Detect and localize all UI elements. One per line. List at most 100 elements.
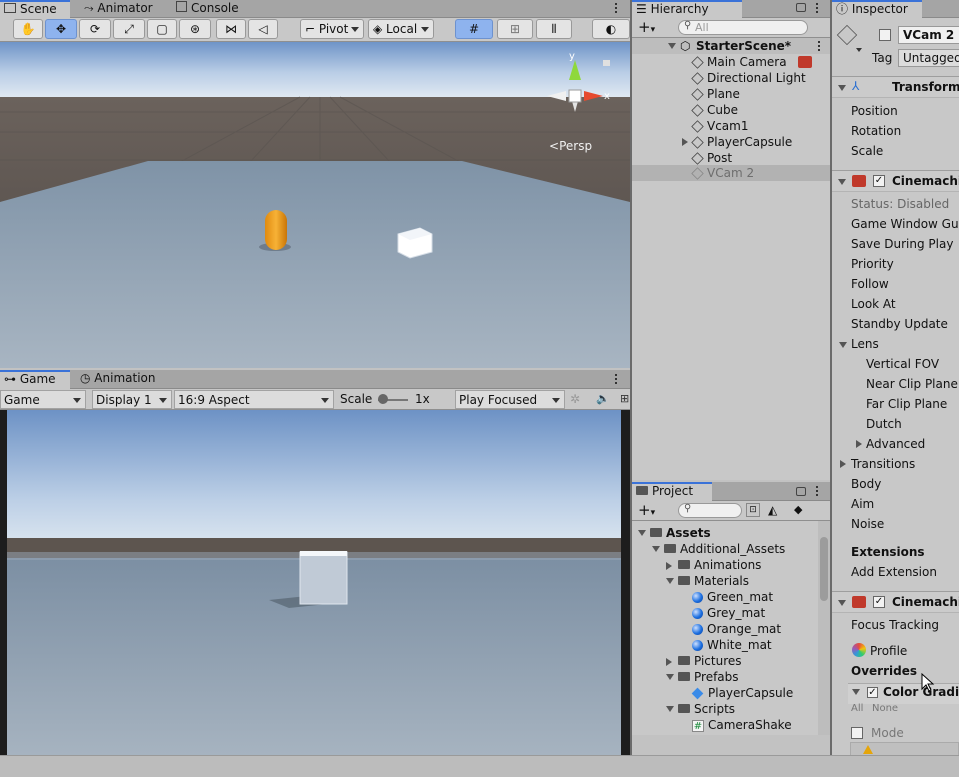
expand-arrow-icon[interactable] [638,530,646,536]
tag-icon[interactable]: ◆ [794,503,802,516]
hand-tool-button[interactable]: ✋ [13,19,43,39]
project-tree-item[interactable]: # CameraShake [632,717,818,733]
mode-override-checkbox[interactable] [851,727,863,739]
tab-hierarchy[interactable]: ☰ Hierarchy [632,0,742,18]
icon-dropdown-caret[interactable] [856,48,862,52]
tab-game[interactable]: ⊶ Game [0,370,70,389]
persp-label[interactable]: <Persp [549,139,592,153]
display-select[interactable]: Display 1 [92,390,172,409]
game-panel-menu-icon[interactable] [615,374,618,386]
draw-mode-button[interactable]: ◐ [592,19,630,39]
cinemachine-volume-header[interactable]: ✓ Cinemachin [832,591,959,613]
component-enabled-checkbox[interactable]: ✓ [873,175,885,187]
aspect-select[interactable]: 16:9 Aspect [174,390,334,409]
scene-panel-menu-icon[interactable] [615,3,618,15]
scale-tool-button[interactable]: ⤢ [113,19,145,39]
search-by-label-icon[interactable]: ◭ [768,503,777,517]
hierarchy-item-cube[interactable]: Cube [691,102,738,118]
scene-menu-icon[interactable] [818,41,821,53]
expand-arrow-icon[interactable] [838,85,846,91]
player-capsule[interactable] [265,210,287,250]
project-tree-item[interactable]: Animations [632,557,818,573]
project-tree-item[interactable]: Scripts [632,701,818,717]
expand-arrow-icon[interactable] [682,138,688,146]
scene-root-row[interactable]: ⬡ StarterScene* [632,38,830,54]
project-tree-item[interactable]: Orange_mat [632,621,818,637]
color-grading-checkbox[interactable]: ✓ [867,687,878,698]
transitions-foldout[interactable]: Transitions [851,454,915,474]
lock-icon[interactable] [796,3,806,12]
tab-console[interactable]: Console [172,0,245,18]
expand-arrow-icon[interactable] [840,460,846,468]
increment-snap-button[interactable]: ⊞ [497,19,533,39]
game-view-dropdown[interactable]: Game [0,390,86,409]
hierarchy-search-input[interactable]: ⚲ All [678,20,808,35]
advanced-foldout[interactable]: Advanced [866,434,925,454]
scale-slider-thumb[interactable] [378,394,388,404]
expand-arrow-icon[interactable] [838,179,846,185]
expand-arrow-icon[interactable] [668,43,676,49]
expand-arrow-icon[interactable] [666,706,674,712]
project-menu-icon[interactable] [816,486,819,498]
none-button[interactable]: None [872,703,898,714]
transform-tool-button[interactable]: ⊛ [179,19,211,39]
project-tree-item[interactable]: Materials [632,573,818,589]
project-tree-item[interactable]: Additional_Assets [632,541,818,557]
hierarchy-item-post[interactable]: Post [691,150,732,166]
active-checkbox[interactable] [879,29,891,41]
tab-animation[interactable]: ◷ Animation [76,370,161,388]
game-view-viewport[interactable] [7,410,621,755]
expand-arrow-icon[interactable] [839,342,847,348]
project-tree-item[interactable]: Green_mat [632,589,818,605]
expand-arrow-icon[interactable] [652,546,660,552]
search-by-type-icon[interactable]: ⊡ [746,503,760,517]
cinemachine-header[interactable]: ✓ Cinemachin [832,170,959,192]
all-button[interactable]: All [851,703,863,714]
tag-dropdown[interactable]: Untagged [898,49,959,67]
object-name-field[interactable]: VCam 2 [898,26,959,44]
play-mode-select[interactable]: Play Focused [455,390,565,409]
frame-debugger-icon[interactable]: ✲ [570,392,584,406]
create-button[interactable]: +▾ [638,18,655,39]
tab-project[interactable]: Project [632,482,712,501]
tab-animator[interactable]: ⤳ Animator [80,0,159,18]
hierarchy-menu-icon[interactable] [816,3,819,15]
project-tree-item[interactable]: PlayerCapsule [632,685,818,701]
expand-arrow-icon[interactable] [666,674,674,680]
component-tool-button[interactable]: ◁ [248,19,278,39]
collapse-arrow-icon[interactable] [666,658,672,666]
scene-view-viewport[interactable]: y x <Persp [0,42,630,368]
expand-arrow-icon[interactable] [838,600,846,606]
expand-arrow-icon[interactable] [852,689,860,695]
pivot-toggle[interactable]: ⌐ Pivot [300,19,364,39]
custom-tool-button[interactable]: ⋈ [216,19,246,39]
project-search-input[interactable]: ⚲ [678,503,742,518]
hierarchy-item-vcam2[interactable]: VCam 2 [632,165,830,181]
hierarchy-item-vcam1[interactable]: Vcam1 [691,118,748,134]
tab-inspector[interactable]: ⓘ Inspector [832,0,922,18]
transform-header[interactable]: ⅄ Transform [832,76,959,98]
expand-arrow-icon[interactable] [666,578,674,584]
component-enabled-checkbox[interactable]: ✓ [873,596,885,608]
hierarchy-item-plane[interactable]: Plane [691,86,740,102]
rotate-tool-button[interactable]: ⟳ [79,19,111,39]
project-tree-item[interactable]: White_mat [632,637,818,653]
scene-visibility-button[interactable]: ⦀ [536,19,572,39]
lens-foldout[interactable]: Lens [851,334,879,354]
hierarchy-item-directional-light[interactable]: Directional Light [691,70,806,86]
project-scrollbar-thumb[interactable] [820,537,828,601]
hierarchy-item-playercapsule[interactable]: PlayerCapsule [691,134,792,150]
stats-icon[interactable]: ⊞ [620,392,630,406]
project-tree-item[interactable]: Prefabs [632,669,818,685]
project-tree-item[interactable]: Assets [632,525,818,541]
color-grading-row[interactable]: ✓ Color Grading [848,683,959,704]
tab-scene[interactable]: Scene [0,0,70,18]
move-tool-button[interactable]: ✥ [45,19,77,39]
grid-snap-button[interactable]: # [455,19,493,39]
expand-arrow-icon[interactable] [856,440,862,448]
mute-audio-icon[interactable]: 🔈 [596,392,610,406]
local-toggle[interactable]: ◈ Local [368,19,434,39]
hierarchy-item-main-camera[interactable]: Main Camera [691,54,787,70]
lock-icon[interactable] [603,60,610,66]
rect-tool-button[interactable]: ▢ [147,19,177,39]
